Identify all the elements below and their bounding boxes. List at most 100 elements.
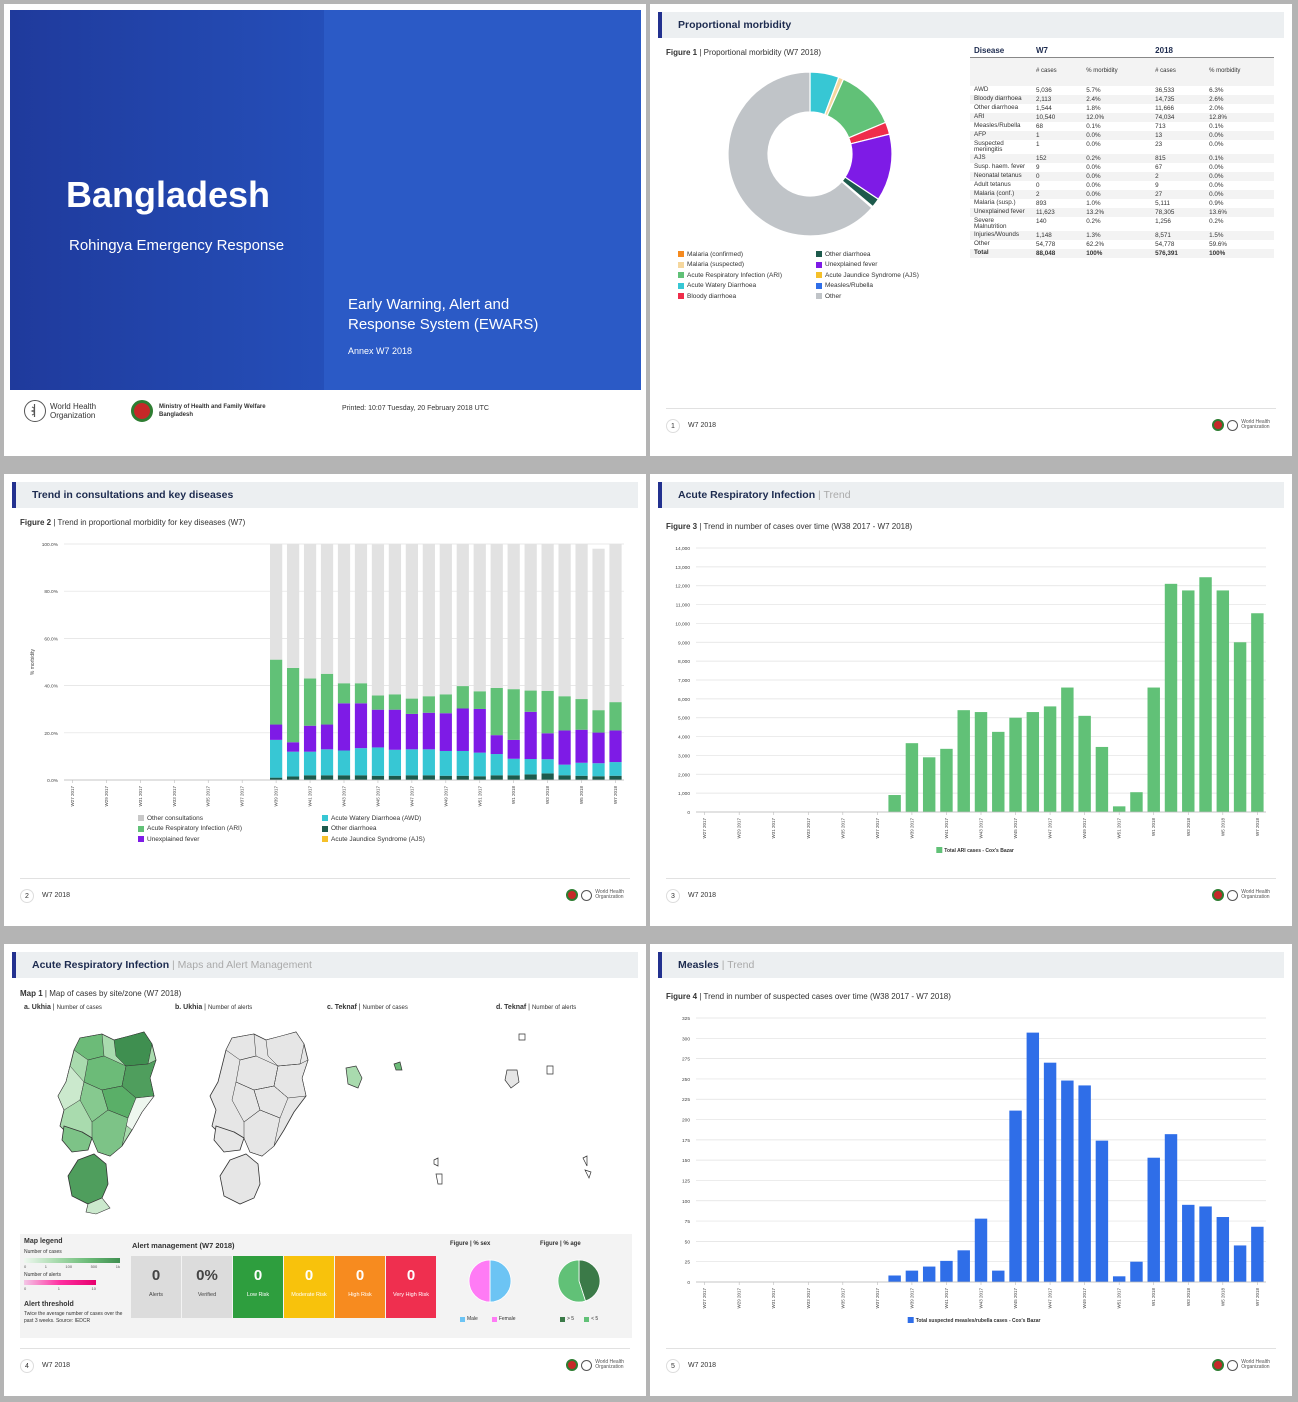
legend-swatch (678, 261, 684, 268)
bar-segment (541, 759, 554, 774)
bar-segment (405, 713, 418, 750)
legend-label: Measles/Rubella (825, 282, 874, 290)
table-row: Other diarrhoea 1,544 1.8% 11,666 2.0% (970, 104, 1274, 113)
bar-segment (507, 775, 520, 780)
page-footer: 3 W7 2018 World Health Organization (666, 878, 1276, 906)
table-cell: 8,571 (1151, 231, 1206, 240)
legend-item: Bloody diarrhoea (678, 291, 816, 302)
who-name-line2: Organization (1241, 1364, 1270, 1370)
bar-segment (609, 544, 622, 703)
y-tick-label: 9,000 (678, 640, 690, 646)
alert-value: 0 (253, 1267, 263, 1284)
who-name-line2: Organization (50, 411, 96, 420)
bar-segment (422, 712, 435, 750)
bar-segment (405, 544, 418, 699)
y-axis-label: % morbidity (30, 648, 36, 675)
table-cell: 2.6% (1205, 95, 1274, 104)
bar-segment (524, 544, 537, 691)
legend-tick: 10 (91, 1286, 96, 1291)
legend-swatch (322, 836, 328, 843)
y-tick-label: 300 (682, 1036, 690, 1042)
bar (1233, 1245, 1247, 1282)
page-footer: 4 W7 2018 World Health Organization (20, 1348, 630, 1376)
table-cell: 23 (1155, 141, 1163, 148)
cover-banner: Bangladesh Rohingya Emergency Response E… (10, 10, 641, 390)
bar (1233, 642, 1247, 812)
table-cell: 13.6% (1205, 208, 1274, 217)
bar-segment (541, 733, 554, 760)
legend-item: Acute Watery Diarrhoea (AWD) (322, 813, 498, 824)
cover-banner-right (324, 10, 641, 390)
x-tick-label: W39 2017 (909, 1288, 914, 1309)
section-header: Measles | Trend (658, 952, 1284, 978)
bar-segment (575, 729, 588, 763)
who-logo: World Health Organization (24, 400, 96, 422)
table-cell: 13.2% (1082, 208, 1152, 217)
disease-name: Measles/Rubella (974, 122, 1021, 129)
legend-label: Unexplained fever (825, 261, 878, 269)
disease-name: Adult tetanus (974, 181, 1011, 188)
x-tick-label: W7 2018 (1255, 818, 1260, 837)
x-tick-label: W35 2017 (206, 786, 211, 807)
bar-segment (473, 708, 486, 753)
table-row: Neonatal tetanus 0 0.0% 2 0.0% (970, 172, 1274, 181)
bar-segment (371, 709, 385, 748)
legend-item: Acute Jaundice Syndrome (AJS) (322, 834, 498, 845)
legend-swatch (138, 836, 144, 843)
x-tick-label: W29 2017 (104, 786, 109, 807)
who-name-line2: Organization (1241, 424, 1270, 430)
legend-item: < 5 (584, 1316, 598, 1322)
subheader-cell: % morbidity (1205, 57, 1274, 86)
table-cell: 576,391 (1151, 249, 1206, 258)
table-cell: 12.0% (1082, 113, 1152, 122)
legend-item: Other (816, 291, 956, 302)
legend-swatch (816, 251, 822, 258)
footer-week: W7 2018 (42, 892, 71, 899)
legend-item: > 5 (560, 1316, 574, 1322)
bar-segment (456, 544, 469, 687)
table-cell: 0.0% (1209, 182, 1224, 189)
table-cell: 0.2% (1086, 218, 1101, 225)
alert-management-title: Alert management (W7 2018) (132, 1241, 235, 1250)
bar-segment (558, 696, 571, 731)
alert-box: 0% Verified (182, 1256, 232, 1318)
ari-bar-chart: 0 1,000 2,000 3,000 4,000 5,000 6,000 7,000 8,00… (675, 546, 1266, 854)
legend-cases-gradient (24, 1258, 120, 1263)
legend-swatch (322, 825, 328, 832)
legend-alerts-ticks: 0 1 10 (24, 1286, 96, 1291)
ministry-seal-icon (566, 889, 579, 901)
x-tick-label: W29 2017 (737, 1288, 742, 1309)
table-row: Malaria (susp.) 893 1.0% 5,111 0.9% (970, 199, 1274, 208)
table-cell: 100% (1082, 249, 1152, 258)
who-name-line2: Organization (595, 1364, 624, 1370)
ministry-seal-icon (1212, 419, 1225, 431)
y-tick-label: 40.0% (44, 684, 58, 690)
map-ukhia-cases (57, 1031, 157, 1215)
bar-segment (320, 749, 334, 776)
legend-swatch (560, 1316, 565, 1322)
table-cell: 0.2% (1209, 218, 1224, 225)
bar (922, 1266, 936, 1282)
legend-label: Acute Jaundice Syndrome (AJS) (331, 835, 425, 843)
x-tick-label: W37 2017 (875, 818, 880, 839)
legend-cases-label: Number of cases (24, 1249, 62, 1255)
figure-label: Figure 2 (20, 518, 52, 527)
legend-tick: 1 (57, 1286, 60, 1291)
bar-segment (592, 763, 605, 777)
x-tick-label: W47 2017 (409, 786, 414, 807)
table-row: AFP 1 0.0% 13 0.0% (970, 131, 1274, 140)
bar-segment (303, 725, 317, 752)
donut-chart (727, 71, 893, 237)
pie-slice (468, 1259, 491, 1303)
alert-label: Very High Risk (392, 1292, 430, 1298)
bar-segment (456, 708, 469, 751)
legend-item: Male (460, 1316, 478, 1322)
bar-segment (422, 696, 435, 713)
page-number: 1 (666, 419, 680, 433)
x-tick-label: W41 2017 (944, 818, 949, 839)
ministry-logo: Ministry of Health and Family Welfare Ba… (131, 400, 266, 422)
bar-segment (286, 776, 300, 780)
table-cell: 0.0% (1209, 164, 1224, 171)
legend-swatch (678, 282, 684, 289)
legend-swatch (816, 272, 822, 279)
